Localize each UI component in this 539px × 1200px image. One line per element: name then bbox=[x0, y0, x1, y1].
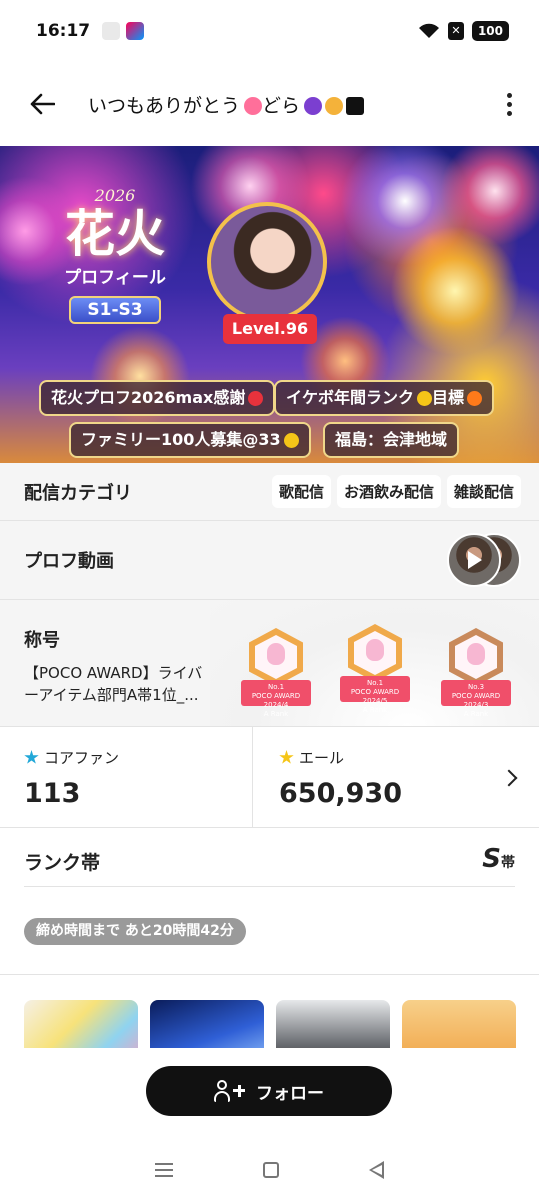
emblem-title: 花火 bbox=[65, 204, 165, 263]
titles-label: 称号 bbox=[24, 630, 60, 651]
system-nav-bar bbox=[0, 1140, 539, 1200]
award-badge: No.3 POCO AWARD 2024/3 A Rank bbox=[441, 628, 511, 718]
play-icon bbox=[468, 551, 482, 569]
page-title-suffix: どら bbox=[262, 94, 301, 117]
deadline-badge: 締め時間まで あと20時間42分 bbox=[24, 918, 246, 945]
content-card[interactable] bbox=[402, 1000, 516, 1048]
profile-tag: イケボ年間ランク 目標 bbox=[274, 380, 495, 416]
fan-stats-row[interactable]: コアファン 113 エール 650,930 bbox=[0, 727, 539, 827]
yell-stat[interactable]: エール 650,930 bbox=[252, 727, 504, 827]
award-rank: No.3 bbox=[467, 683, 485, 691]
app-notification-icon bbox=[102, 22, 121, 40]
category-chip[interactable]: 雑談配信 bbox=[446, 475, 521, 508]
core-fan-label: コアファン bbox=[44, 749, 120, 767]
content-cards bbox=[24, 1000, 539, 1048]
arrow-left-icon bbox=[30, 93, 55, 115]
medal-icon bbox=[417, 391, 433, 406]
status-bar: 16:17 ✕ 100 bbox=[0, 0, 539, 62]
add-user-icon bbox=[214, 1079, 246, 1103]
category-chip[interactable]: お酒飲み配信 bbox=[336, 475, 441, 508]
status-right: ✕ 100 bbox=[418, 21, 509, 41]
award-badge: No.1 POCO AWARD 2024/5 A Rank bbox=[340, 624, 410, 714]
recent-apps-icon[interactable] bbox=[155, 1163, 173, 1177]
rank-band-label: ランク帯 bbox=[24, 852, 101, 874]
award-badge: No.1 POCO AWARD 2024/4 A Rank bbox=[241, 628, 311, 718]
bunny-icon bbox=[267, 643, 285, 665]
divider bbox=[24, 886, 515, 887]
heart-icon bbox=[248, 391, 264, 406]
titles-description: 【POCO AWARD】ライバーアイテム部門A帯1位_... bbox=[24, 664, 203, 704]
profile-avatar[interactable] bbox=[207, 202, 327, 322]
fire-icon bbox=[467, 391, 483, 406]
streaming-category-row: 配信カテゴリ 歌配信 お酒飲み配信 雑談配信 bbox=[0, 463, 539, 520]
status-time: 16:17 bbox=[36, 21, 91, 41]
wifi-icon bbox=[418, 23, 439, 38]
page-title-text: いつもありがとう bbox=[88, 94, 241, 117]
follow-button-label: フォロー bbox=[256, 1083, 324, 1104]
profile-tag: 花火プロフ2026max感謝 bbox=[39, 380, 276, 416]
emblem-year: 2026 bbox=[94, 186, 136, 205]
award-band: A Rank bbox=[263, 710, 289, 718]
app-header: いつもありがとう どら bbox=[0, 62, 539, 146]
award-name: POCO AWARD 2024/3 bbox=[451, 692, 501, 709]
award-name: POCO AWARD 2024/4 bbox=[251, 692, 301, 709]
back-button[interactable] bbox=[24, 86, 60, 122]
follow-button[interactable]: フォロー bbox=[146, 1066, 392, 1116]
no-sim-icon: ✕ bbox=[447, 22, 464, 40]
hanabi-profile-emblem: 2026 花火 プロフィール S1-S3 bbox=[40, 186, 190, 351]
video-thumbnails[interactable] bbox=[447, 533, 521, 587]
app-notification-icon bbox=[126, 22, 145, 40]
battery-icon: 100 bbox=[471, 21, 509, 41]
core-fan-stat[interactable]: コアファン 113 bbox=[0, 727, 252, 827]
star-icon bbox=[24, 750, 39, 764]
page-title: いつもありがとう どら bbox=[88, 91, 365, 118]
content-card[interactable] bbox=[150, 1000, 264, 1048]
profile-banner: 2026 花火 プロフィール S1-S3 Level.96 花火プロフ2026m… bbox=[0, 146, 539, 463]
award-band: A Rank bbox=[463, 710, 489, 718]
category-chip[interactable]: 歌配信 bbox=[271, 475, 331, 508]
award-name: POCO AWARD 2024/5 bbox=[350, 688, 400, 705]
raised-hands-icon bbox=[283, 433, 299, 448]
bunny-icon bbox=[467, 643, 485, 665]
yell-label: エール bbox=[299, 749, 345, 767]
more-options-button[interactable] bbox=[497, 86, 521, 122]
profile-tag: 福島：会津地域 bbox=[323, 422, 460, 458]
profile-video-row[interactable]: プロフ動画 bbox=[0, 521, 539, 599]
award-rank: No.1 bbox=[366, 679, 384, 687]
back-triangle-icon[interactable] bbox=[369, 1161, 384, 1179]
stars-icon bbox=[279, 750, 294, 764]
home-icon[interactable] bbox=[263, 1162, 279, 1178]
emblem-season: S1-S3 bbox=[69, 296, 161, 324]
award-band: A Rank bbox=[362, 706, 388, 714]
tulip-emoji-icon bbox=[244, 97, 263, 115]
profile-video-label: プロフ動画 bbox=[24, 551, 114, 572]
divider bbox=[0, 974, 539, 975]
core-fan-value: 113 bbox=[24, 778, 81, 809]
bunny-icon bbox=[366, 639, 384, 661]
content-card[interactable] bbox=[276, 1000, 390, 1048]
rank-band-value: S帯 bbox=[482, 844, 515, 874]
level-badge: Level.96 bbox=[223, 314, 317, 344]
title-emoji-icons bbox=[304, 97, 365, 115]
yell-value: 650,930 bbox=[279, 778, 402, 809]
content-card[interactable] bbox=[24, 1000, 138, 1048]
emblem-subtitle: プロフィール bbox=[64, 268, 166, 288]
rank-band-section: ランク帯 S帯 締め時間まで あと20時間42分 bbox=[0, 828, 539, 974]
status-app-icons bbox=[102, 22, 145, 40]
category-chips: 歌配信 お酒飲み配信 雑談配信 bbox=[271, 475, 521, 508]
award-rank: No.1 bbox=[267, 683, 285, 691]
streaming-category-label: 配信カテゴリ bbox=[24, 482, 132, 504]
titles-row[interactable]: 称号 【POCO AWARD】ライバーアイテム部門A帯1位_... No.1 PO… bbox=[0, 600, 539, 726]
profile-tag: ファミリー100人募集@33 bbox=[69, 422, 311, 458]
